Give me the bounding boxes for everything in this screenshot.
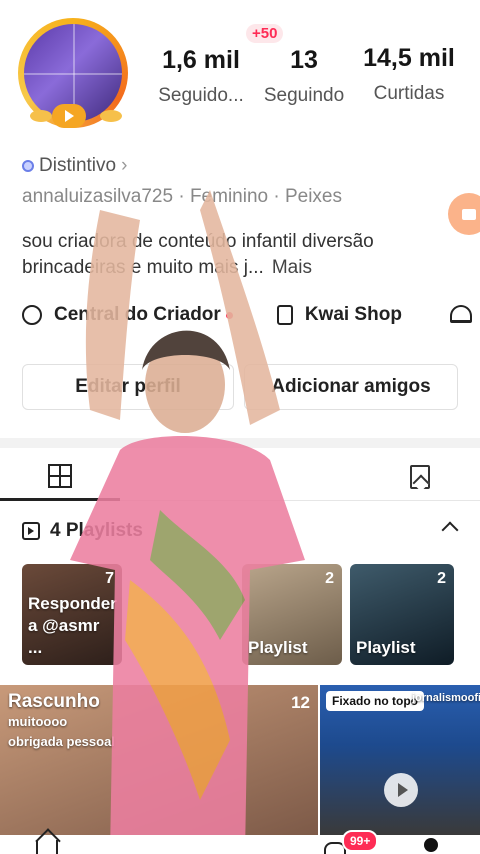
chevron-up-icon[interactable] <box>441 521 459 539</box>
stat-following[interactable]: 13 Seguindo <box>256 46 352 107</box>
followers-label: Seguido... <box>158 85 244 106</box>
video-subtitle: muitoooo obrigada pessoal <box>8 714 115 749</box>
playlist-title: Playlist <box>248 638 308 657</box>
active-tab-indicator <box>0 498 120 501</box>
playlist-count: 7 <box>105 570 114 587</box>
creator-links-row: Central do Criador Kwai Shop <box>22 300 402 330</box>
video-count: 12 <box>291 693 310 712</box>
playlist-card[interactable]: 2 Playlist <box>350 564 454 665</box>
video-channel: jornalismooficial <box>412 692 480 704</box>
lightning-icon <box>22 305 42 325</box>
edit-profile-button[interactable]: Editar perfil <box>22 364 234 410</box>
kwai-shop-link[interactable]: Kwai Shop <box>305 304 402 326</box>
live-play-icon[interactable] <box>52 104 86 128</box>
notification-badge: 99+ <box>342 830 379 852</box>
pinned-label: Fixado no topo <box>326 691 424 711</box>
playlist-title: Playlist <box>356 638 416 657</box>
following-count: 13 <box>290 46 318 74</box>
video-thumbnail[interactable]: Rascunho muitoooo obrigada pessoal 12 <box>0 685 318 835</box>
shopping-bag-icon <box>276 305 293 325</box>
bio-text: sou criadora de conteúdo infantil divers… <box>22 231 374 278</box>
play-icon[interactable] <box>384 773 418 807</box>
badge-icon <box>22 160 34 172</box>
bio-more-link[interactable]: Mais <box>272 257 312 278</box>
profile-bio: sou criadora de conteúdo infantil divers… <box>22 229 462 281</box>
playlist-card[interactable]: 2 Playlist <box>242 564 342 665</box>
stat-followers[interactable]: 1,6 mil Seguido... <box>146 46 256 107</box>
dome-icon[interactable] <box>450 305 472 323</box>
playlist-count: 2 <box>437 570 446 587</box>
likes-label: Curtidas <box>373 83 445 104</box>
following-label: Seguindo <box>263 85 345 106</box>
bookmark-tab-icon[interactable] <box>410 465 430 489</box>
playlist-count: 2 <box>325 570 334 587</box>
bottom-navigation <box>0 835 480 854</box>
avatar-wing-left <box>30 110 52 122</box>
avatar-wing-right <box>100 110 122 122</box>
section-divider <box>0 438 480 448</box>
badge-label: Distintivo <box>39 155 117 176</box>
playlist-title: Responder a @asmr ... <box>28 594 117 657</box>
add-friends-button[interactable]: Adicionar amigos <box>244 364 458 410</box>
video-title: Rascunho <box>8 691 100 712</box>
profile-meta: annaluizasilva725 · Feminino · Peixes <box>22 186 342 207</box>
playlists-title: 4 Playlists <box>50 520 143 541</box>
grid-tab-icon[interactable] <box>48 464 72 488</box>
playlist-icon <box>22 522 40 540</box>
profile-nav-icon[interactable] <box>424 838 438 852</box>
badge-link[interactable]: Distintivo › <box>22 155 127 177</box>
playlists-header[interactable]: 4 Playlists <box>22 520 143 542</box>
creator-center-dot <box>225 311 233 319</box>
followers-new-badge: +50 <box>246 24 284 43</box>
video-thumbnail-pinned[interactable]: Fixado no topo jornalismooficial <box>320 685 480 835</box>
chevron-right-icon: › <box>121 155 128 176</box>
home-icon[interactable] <box>36 840 58 854</box>
followers-count: 1,6 mil <box>162 46 240 74</box>
creator-center-link[interactable]: Central do Criador <box>54 304 221 326</box>
playlist-card[interactable]: 7 Responder a @asmr ... <box>22 564 122 665</box>
likes-count: 14,5 mil <box>363 44 455 72</box>
stat-likes[interactable]: 14,5 mil Curtidas <box>354 44 464 105</box>
